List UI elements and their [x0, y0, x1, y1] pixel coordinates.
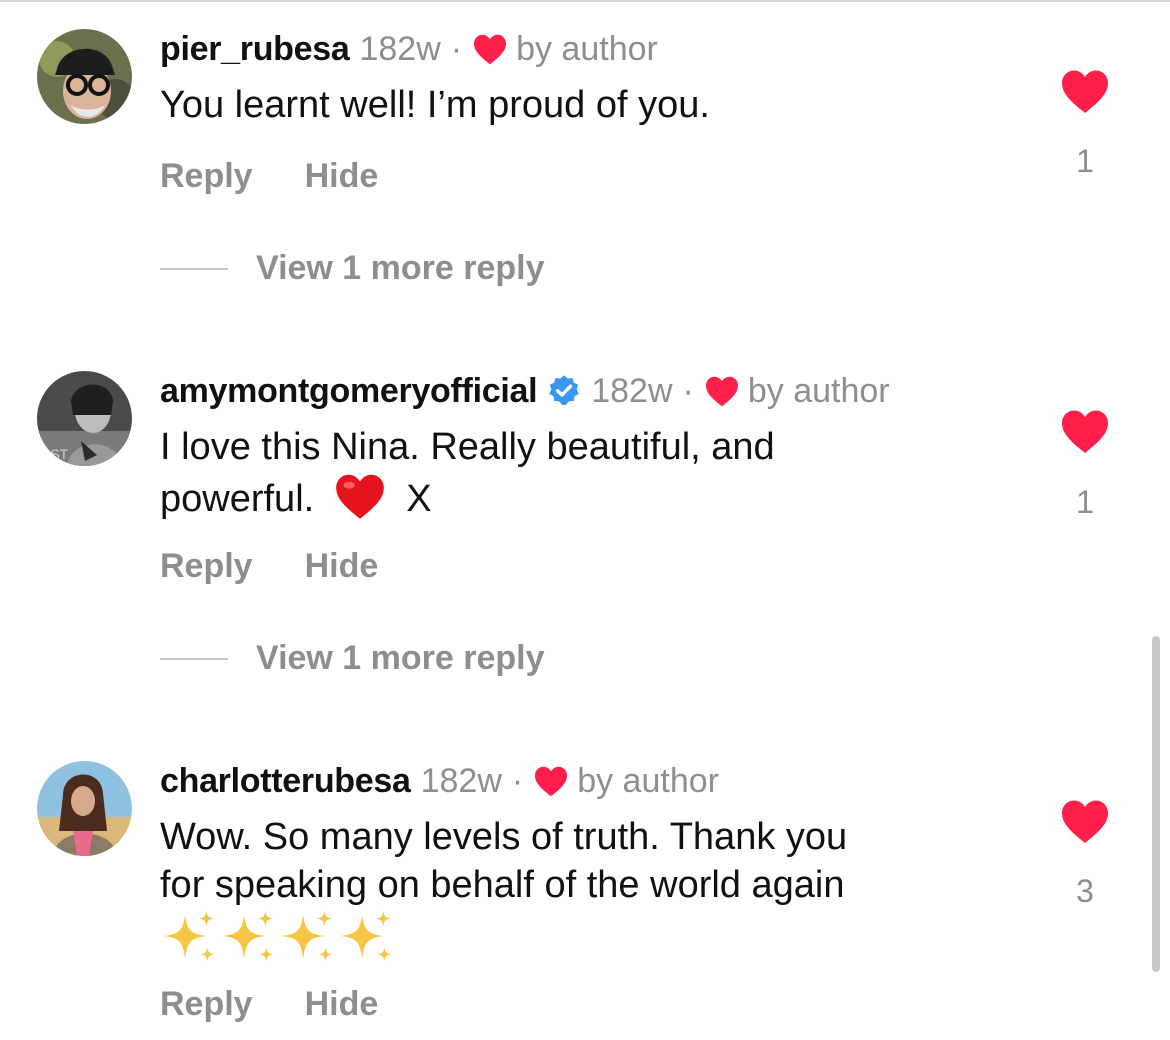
sparkles-emoji-icon — [219, 909, 277, 965]
comment-line-with-emoji: powerful. X — [160, 471, 980, 523]
comment-line: Wow. So many levels of truth. Thank you — [160, 816, 848, 858]
sparkles-emoji-icon — [278, 909, 336, 965]
hide-button[interactable]: Hide — [305, 985, 379, 1024]
comment-header: amymontgomeryofficial 182w · by author — [160, 369, 890, 413]
divider-line — [160, 267, 228, 270]
username[interactable]: amymontgomeryofficial — [160, 372, 538, 411]
comment-header: pier_rubesa 182w · by author — [160, 27, 658, 71]
separator-dot: · — [511, 761, 524, 800]
avatar[interactable]: AST — [37, 371, 132, 466]
verified-badge-icon — [549, 375, 579, 406]
username[interactable]: pier_rubesa — [160, 30, 350, 69]
avatar[interactable] — [37, 29, 132, 124]
comment-actions: Reply Hide — [160, 547, 430, 586]
comment-text: Wow. So many levels of truth. Thank you … — [160, 813, 980, 957]
timestamp: 182w — [359, 29, 441, 68]
username[interactable]: charlotterubesa — [160, 762, 411, 801]
hide-button[interactable]: Hide — [305, 547, 379, 586]
like-count: 1 — [1076, 484, 1094, 520]
comment-tail: X — [406, 478, 432, 520]
comment-text: I love this Nina. Really beautiful, and … — [160, 423, 980, 523]
liked-by-author-label: by author — [747, 371, 890, 410]
author-like-heart-icon — [533, 765, 569, 797]
liked-by-author-label: by author — [516, 29, 658, 68]
sparkles-emoji-icon — [160, 909, 218, 965]
reply-button[interactable]: Reply — [160, 547, 253, 586]
reply-button[interactable]: Reply — [160, 157, 253, 196]
timestamp: 182w — [591, 371, 673, 410]
like-heart-icon[interactable] — [1058, 798, 1112, 844]
comment-line: You learnt well! I’m proud of you. — [160, 84, 710, 126]
view-more-replies-button[interactable]: View 1 more reply — [160, 639, 545, 678]
svg-text:AST: AST — [41, 446, 69, 462]
scrollbar[interactable] — [1152, 636, 1160, 972]
author-like-heart-icon — [704, 375, 740, 407]
like-heart-icon[interactable] — [1058, 408, 1112, 454]
separator-dot: · — [450, 29, 463, 68]
like-count: 3 — [1076, 873, 1094, 909]
comment-actions: Reply Hide — [160, 157, 430, 196]
view-more-replies-label: View 1 more reply — [256, 249, 545, 287]
comment-line: I love this Nina. Really beautiful, and — [160, 426, 775, 468]
like-heart-icon[interactable] — [1058, 68, 1112, 114]
avatar[interactable] — [37, 761, 132, 856]
divider-line — [160, 657, 228, 660]
view-more-replies-button[interactable]: View 1 more reply — [160, 249, 545, 288]
comment-actions: Reply Hide — [160, 985, 430, 1024]
liked-by-author-label: by author — [577, 761, 719, 800]
red-heart-emoji-icon — [336, 474, 385, 519]
top-divider — [0, 0, 1170, 2]
separator-dot: · — [682, 371, 694, 410]
author-like-heart-icon — [472, 33, 508, 65]
sparkles-emoji-icon — [337, 909, 395, 965]
reply-button[interactable]: Reply — [160, 985, 253, 1024]
view-more-replies-label: View 1 more reply — [256, 639, 545, 677]
like-count: 1 — [1076, 143, 1094, 179]
emoji-line — [160, 909, 980, 957]
comment-line: for speaking on behalf of the world agai… — [160, 864, 845, 906]
timestamp: 182w — [420, 761, 502, 800]
comment-header: charlotterubesa 182w · by author — [160, 759, 719, 803]
comment-line: powerful. — [160, 478, 315, 520]
hide-button[interactable]: Hide — [305, 157, 379, 196]
comment-text: You learnt well! I’m proud of you. — [160, 81, 980, 129]
